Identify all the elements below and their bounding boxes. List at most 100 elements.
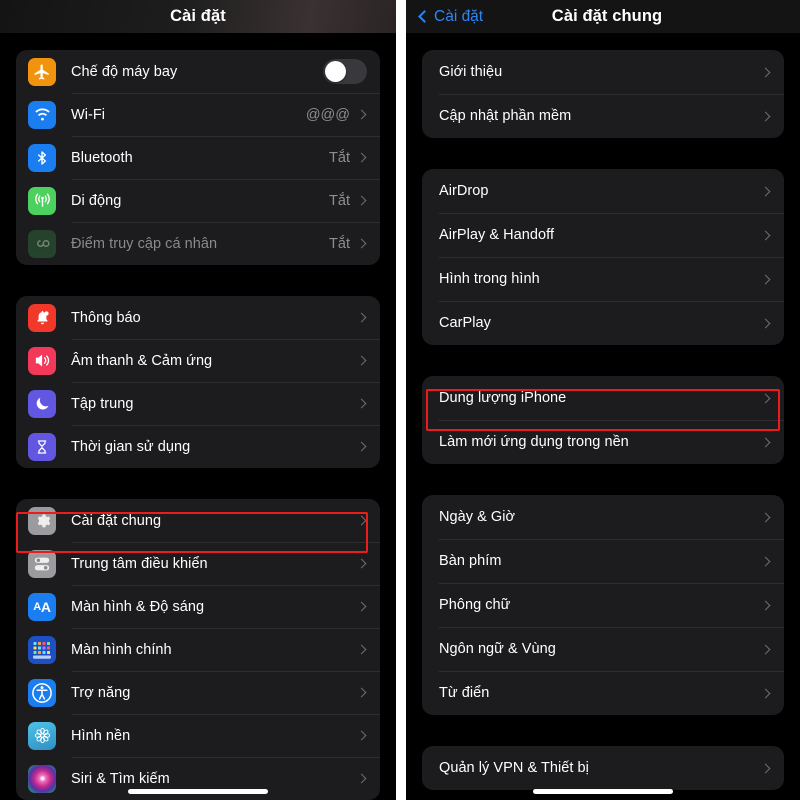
row-keyboard[interactable]: Bàn phím — [422, 539, 784, 583]
row-label: Giới thiệu — [439, 64, 503, 80]
row-label: Bàn phím — [439, 553, 502, 569]
row-airdrop[interactable]: AirDrop — [422, 169, 784, 213]
row-value: Tắt — [329, 192, 350, 209]
row-date-time[interactable]: Ngày & Giờ — [422, 495, 784, 539]
settings-group-localization: Ngày & Giờ Bàn phím Phông chữ Ngôn ngữ &… — [422, 495, 784, 715]
row-control-center[interactable]: Trung tâm điều khiển — [16, 542, 380, 585]
row-fonts[interactable]: Phông chữ — [422, 583, 784, 627]
chevron-right-icon — [356, 441, 367, 452]
siri-icon — [28, 764, 56, 793]
chevron-right-icon — [760, 111, 771, 121]
row-software-update[interactable]: Cập nhật phần mềm — [422, 94, 784, 138]
row-dictionary[interactable]: Từ điển — [422, 671, 784, 715]
control-center-icon — [28, 549, 56, 578]
row-about[interactable]: Giới thiệu — [422, 50, 784, 94]
row-screen-time[interactable]: Thời gian sử dụng — [16, 425, 380, 468]
chevron-right-icon — [760, 393, 771, 403]
row-label: Bluetooth — [71, 149, 133, 166]
chevron-right-icon — [356, 644, 367, 655]
hourglass-icon — [28, 432, 56, 461]
chevron-right-icon — [356, 558, 367, 569]
row-carplay[interactable]: CarPlay — [422, 301, 784, 345]
row-label: Tập trung — [71, 395, 134, 412]
wifi-icon — [28, 100, 56, 129]
display-icon: AA — [28, 592, 56, 621]
row-label: AirDrop — [439, 183, 489, 199]
chevron-left-icon — [418, 10, 431, 23]
row-background-app-refresh[interactable]: Làm mới ứng dụng trong nền — [422, 420, 784, 464]
row-picture-in-picture[interactable]: Hình trong hình — [422, 257, 784, 301]
home-indicator-right — [533, 789, 673, 794]
row-wallpaper[interactable]: Hình nền — [16, 714, 380, 757]
chevron-right-icon — [356, 109, 367, 120]
row-label: Thời gian sử dụng — [71, 438, 191, 455]
row-label: Cài đặt chung — [71, 512, 162, 529]
row-airplane-mode[interactable]: Chế độ máy bay — [16, 50, 380, 93]
settings-group-storage: Dung lượng iPhone Làm mới ứng dụng trong… — [422, 376, 784, 464]
settings-group-sharing: AirDrop AirPlay & Handoff Hình trong hìn… — [422, 169, 784, 345]
row-label: CarPlay — [439, 315, 491, 331]
row-language-region[interactable]: Ngôn ngữ & Vùng — [422, 627, 784, 671]
right-navigation-bar: Cài đặt Cài đặt chung — [406, 0, 800, 34]
chevron-right-icon — [760, 763, 771, 773]
chevron-right-icon — [356, 355, 367, 366]
wallpaper-icon — [28, 721, 56, 750]
row-label: Âm thanh & Cảm ứng — [71, 352, 213, 369]
row-label: Wi-Fi — [71, 106, 106, 123]
chevron-right-icon — [760, 644, 771, 654]
row-label: AirPlay & Handoff — [439, 227, 555, 243]
chevron-right-icon — [356, 152, 367, 163]
row-display-brightness[interactable]: AA Màn hình & Độ sáng — [16, 585, 380, 628]
row-accessibility[interactable]: Trợ năng — [16, 671, 380, 714]
toggle-knob — [325, 61, 346, 82]
back-button-label: Cài đặt — [434, 7, 484, 25]
row-label: Trợ năng — [71, 684, 131, 701]
row-notifications[interactable]: Thông báo — [16, 296, 380, 339]
row-label: Cập nhật phần mềm — [439, 108, 572, 124]
row-airplay-handoff[interactable]: AirPlay & Handoff — [422, 213, 784, 257]
row-home-screen[interactable]: Màn hình chính — [16, 628, 380, 671]
chevron-right-icon — [760, 318, 771, 328]
row-vpn-device-management[interactable]: Quản lý VPN & Thiết bị — [422, 746, 784, 790]
home-screen-icon — [28, 635, 56, 664]
row-label: Di động — [71, 192, 122, 209]
row-value: @@@ — [305, 106, 350, 123]
row-focus[interactable]: Tập trung — [16, 382, 380, 425]
airplane-icon — [28, 57, 56, 86]
settings-group-about: Giới thiệu Cập nhật phần mềm — [422, 50, 784, 138]
bluetooth-icon — [28, 143, 56, 172]
airplane-mode-toggle[interactable] — [323, 59, 367, 84]
page-title: Cài đặt chung — [551, 7, 663, 25]
row-wifi[interactable]: Wi-Fi @@@ — [16, 93, 380, 136]
row-iphone-storage[interactable]: Dung lượng iPhone — [422, 376, 784, 420]
chevron-right-icon — [356, 398, 367, 409]
chevron-right-icon — [356, 238, 367, 249]
chevron-right-icon — [760, 437, 771, 447]
back-button[interactable]: Cài đặt — [418, 7, 484, 26]
row-general[interactable]: Cài đặt chung — [16, 499, 380, 542]
chevron-right-icon — [356, 773, 367, 784]
chevron-right-icon — [356, 601, 367, 612]
row-label: Hình trong hình — [439, 271, 540, 287]
speaker-icon — [28, 346, 56, 375]
chevron-right-icon — [760, 230, 771, 240]
row-sounds-haptics[interactable]: Âm thanh & Cảm ứng — [16, 339, 380, 382]
dual-screenshot-container: Cài đặt Chế độ máy bay Wi-Fi @@@ Bluetoo… — [0, 0, 800, 800]
row-label: Quản lý VPN & Thiết bị — [439, 760, 589, 776]
row-label: Thông báo — [71, 309, 141, 326]
row-label: Hình nền — [71, 727, 131, 744]
accessibility-icon — [28, 678, 56, 707]
chevron-right-icon — [760, 556, 771, 566]
chevron-right-icon — [356, 312, 367, 323]
row-label: Dung lượng iPhone — [439, 390, 567, 406]
row-label: Trung tâm điều khiển — [71, 555, 208, 572]
chevron-right-icon — [760, 688, 771, 698]
row-label: Điểm truy cập cá nhân — [71, 235, 218, 252]
row-personal-hotspot[interactable]: Điểm truy cập cá nhân Tắt — [16, 222, 380, 265]
hotspot-icon — [28, 229, 56, 258]
chevron-right-icon — [760, 512, 771, 522]
chevron-right-icon — [356, 515, 367, 526]
left-settings-list: Chế độ máy bay Wi-Fi @@@ Bluetooth Tắt D… — [0, 50, 396, 800]
row-bluetooth[interactable]: Bluetooth Tắt — [16, 136, 380, 179]
row-cellular[interactable]: Di động Tắt — [16, 179, 380, 222]
